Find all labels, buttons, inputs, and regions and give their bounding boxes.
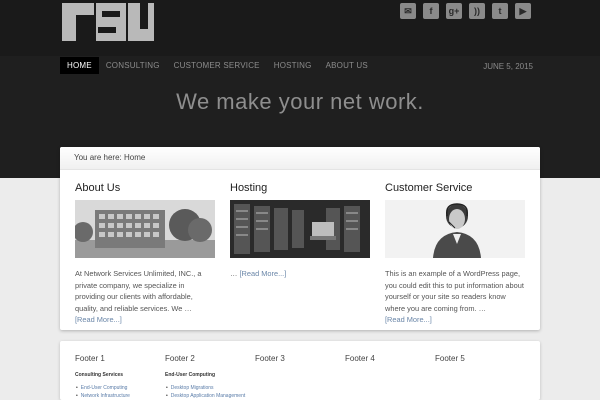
footer-column: Footer 4 <box>345 354 375 363</box>
footer-column: Footer 1 Consulting Services End-User Comp… <box>75 354 130 400</box>
footer-title: Footer 1 <box>75 354 105 363</box>
tagline: We make your net work. <box>176 89 424 114</box>
footer-subheading: End-User Computing <box>165 372 215 378</box>
footer-widgets: Footer 1 Consulting Services End-User Comp… <box>60 341 540 400</box>
column-customer-service: Customer Service This is an example of a… <box>385 182 525 326</box>
footer-link[interactable]: End-User Computing <box>81 384 130 392</box>
column-title: About Us <box>75 182 121 194</box>
site-logo[interactable] <box>62 3 154 41</box>
date-display: JUNE 5, 2015 <box>483 62 533 71</box>
column-text: At Network Services Unlimited, INC., a p… <box>75 269 202 324</box>
footer-column: Footer 3 <box>255 354 285 363</box>
column-text: … [Read More...] <box>230 269 287 278</box>
social-links: ✉ f g+)) t ▶ <box>400 3 531 19</box>
office-building-image <box>73 200 215 258</box>
column-title: Customer Service <box>385 182 473 194</box>
nav-item-about-us[interactable]: ABOUT US <box>319 57 375 74</box>
nav-item-home[interactable]: HOME <box>60 57 99 74</box>
footer-title: Footer 5 <box>435 354 465 363</box>
read-more-link[interactable]: [Read More...] <box>75 315 122 324</box>
google-plus-icon[interactable]: g+ <box>446 3 462 19</box>
footer-title: Footer 2 <box>165 354 195 363</box>
footer-link[interactable]: Desktop Migrations <box>171 384 245 392</box>
column-hosting: Hosting … [Read More...] <box>230 182 370 280</box>
breadcrumb-bar: You are here: Home <box>60 147 540 170</box>
support-agent-image <box>385 200 525 258</box>
footer-column: Footer 2 End-User Computing Desktop Migrat… <box>165 354 245 400</box>
footer-link[interactable]: Network Infrastructure <box>81 392 130 400</box>
nav-item-consulting[interactable]: CONSULTING <box>99 57 167 74</box>
content-panel: You are here: Home About Us At Network S… <box>60 147 540 330</box>
read-more-link[interactable]: [Read More...] <box>385 315 432 324</box>
mail-icon[interactable]: ✉ <box>400 3 416 19</box>
column-title: Hosting <box>230 182 268 194</box>
nav-item-hosting[interactable]: HOSTING <box>267 57 319 74</box>
footer-link[interactable]: Desktop Application Management <box>171 392 246 400</box>
column-text: This is an example of a WordPress page, … <box>385 269 524 324</box>
footer-link-list: Desktop MigrationsDesktop Application Ma… <box>165 384 246 400</box>
youtube-icon[interactable]: ▶ <box>515 3 531 19</box>
footer-column: Footer 5 <box>435 354 465 363</box>
column-about-us: About Us At Network Services Unlimited, … <box>73 182 215 326</box>
nav-item-customer-service[interactable]: CUSTOMER SERVICE <box>167 57 267 74</box>
server-racks-image <box>230 200 370 258</box>
twitter-icon[interactable]: t <box>492 3 508 19</box>
footer-link-list: End-User ComputingNetwork Infrastructure <box>75 384 130 400</box>
breadcrumb: You are here: Home <box>74 153 146 162</box>
footer-subheading: Consulting Services <box>75 372 124 378</box>
main-navigation: HOME CONSULTING CUSTOMER SERVICE HOSTING ABO… <box>60 57 375 74</box>
rss-icon[interactable]: )) <box>469 3 485 19</box>
footer-title: Footer 3 <box>255 354 285 363</box>
read-more-link[interactable]: [Read More...] <box>239 269 286 278</box>
facebook-icon[interactable]: f <box>423 3 439 19</box>
footer-title: Footer 4 <box>345 354 375 363</box>
